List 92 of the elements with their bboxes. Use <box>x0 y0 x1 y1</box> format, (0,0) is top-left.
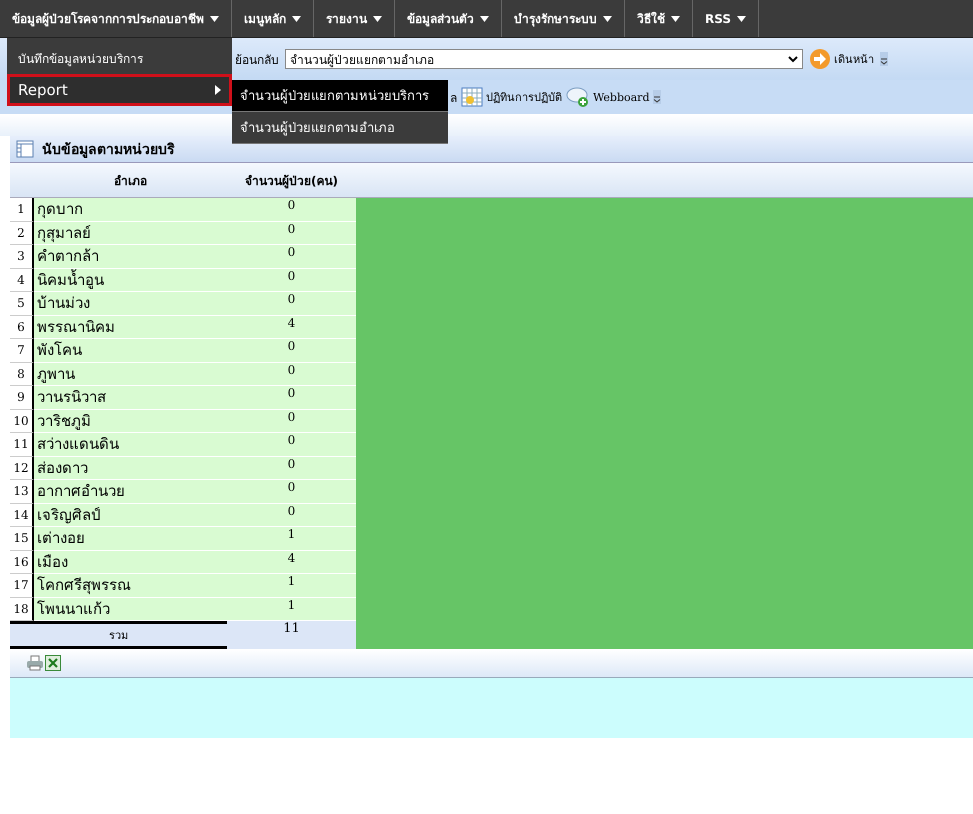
table-icon <box>16 140 34 158</box>
district-cell: โพนนาแก้ว <box>34 598 227 620</box>
caret-down-icon <box>671 16 680 22</box>
district-cell: อากาศอำนวย <box>34 480 227 502</box>
count-cell: 1 <box>227 598 356 620</box>
caret-down-icon <box>737 16 746 22</box>
count-cell: 0 <box>227 222 356 244</box>
district-cell: วาริชภูมิ <box>34 410 227 432</box>
district-cell: บ้านม่วง <box>34 292 227 314</box>
row-number: 4 <box>10 268 34 292</box>
arrow-circle-icon <box>809 48 831 70</box>
calendar-icon <box>461 87 483 107</box>
menu-item[interactable]: บำรุงรักษาระบบ <box>502 0 625 37</box>
count-cell: 0 <box>227 198 356 220</box>
back-label: ย้อนกลับ <box>235 52 279 68</box>
count-cell: 0 <box>227 362 356 385</box>
menu-item[interactable]: เมนูหลัก <box>232 0 314 37</box>
webboard-button[interactable]: Webboard <box>566 86 650 108</box>
district-cell: วานรนิวาส <box>34 386 227 408</box>
menu-item[interactable]: รายงาน <box>314 0 395 37</box>
count-cell: 0 <box>227 245 356 268</box>
district-cell: กุดบาก <box>34 198 227 220</box>
printer-icon[interactable] <box>26 655 44 671</box>
menu-item[interactable]: ข้อมูลส่วนตัว <box>395 0 502 37</box>
district-cell: กุสุมาลย์ <box>34 222 227 244</box>
row-number: 8 <box>10 362 34 386</box>
caret-down-icon <box>292 16 301 22</box>
row-number: 10 <box>10 410 34 433</box>
page-select[interactable]: จำนวนผู้ป่วยแยกตามอำเภอ <box>285 49 803 69</box>
count-cell: 0 <box>227 504 356 526</box>
chevron-down-icon <box>788 56 798 62</box>
count-cell: 0 <box>227 268 356 291</box>
district-cell: เจริญศิลป์ <box>34 504 227 526</box>
row-number: 3 <box>10 245 34 268</box>
toolbar-label: ล <box>450 90 457 106</box>
panel-title: นับข้อมูลตามหน่วยบริ <box>42 141 175 160</box>
menu-item[interactable]: RSS <box>693 0 759 37</box>
count-cell: 0 <box>227 456 356 479</box>
calendar-button[interactable]: ปฏิทินการปฏิบัติ <box>461 87 562 107</box>
count-cell: 4 <box>227 316 356 338</box>
more-icon[interactable] <box>880 52 888 66</box>
count-cell: 0 <box>227 410 356 432</box>
district-cell: พรรณานิคม <box>34 316 227 338</box>
district-cell: สว่างแดนดิน <box>34 433 227 456</box>
forward-button[interactable]: เดินหน้า <box>809 48 874 70</box>
spreadsheet-icon[interactable] <box>45 655 61 671</box>
district-cell: พังโคน <box>34 339 227 362</box>
menu-option[interactable]: Report <box>7 74 232 106</box>
row-number: 17 <box>10 574 34 598</box>
row-number: 5 <box>10 292 34 316</box>
district-cell: นิคมน้ำอูน <box>34 268 227 291</box>
count-cell: 1 <box>227 527 356 550</box>
row-number: 18 <box>10 598 34 621</box>
count-cell: 0 <box>227 386 356 408</box>
row-number: 16 <box>10 550 34 574</box>
header-cell <box>10 163 34 198</box>
column-header: จำนวนผู้ป่วย(คน) <box>227 163 356 198</box>
submenu-option[interactable]: จำนวนผู้ป่วยแยกตามหน่วยบริการ <box>232 80 448 112</box>
row-number: 1 <box>10 198 34 222</box>
column-header: อำเภอ <box>34 163 227 198</box>
district-cell: ภูพาน <box>34 362 227 385</box>
chat-bubble-icon <box>566 86 590 108</box>
caret-down-icon <box>373 16 382 22</box>
count-cell: 0 <box>227 480 356 502</box>
row-number: 2 <box>10 222 34 245</box>
row-number: 6 <box>10 316 34 339</box>
district-cell: เมือง <box>34 550 227 573</box>
count-cell: 1 <box>227 574 356 596</box>
row-number: 15 <box>10 527 34 550</box>
menu-item[interactable]: ข้อมูลผู้ป่วยโรคจากการประกอบอาชีพ <box>0 0 232 37</box>
total-label: รวม <box>10 621 227 649</box>
caret-down-icon <box>480 16 489 22</box>
menu-option[interactable]: บันทึกข้อมูลหน่วยบริการ <box>7 42 232 74</box>
district-cell: คำตากล้า <box>34 245 227 268</box>
row-number: 14 <box>10 504 34 527</box>
more-icon[interactable] <box>653 90 662 104</box>
caret-down-icon <box>603 16 612 22</box>
district-cell: ส่องดาว <box>34 456 227 479</box>
count-cell: 0 <box>227 433 356 456</box>
district-cell: โคกศรีสุพรรณ <box>34 574 227 596</box>
menu-item[interactable]: วิธีใช้ <box>625 0 693 37</box>
district-cell: เต่างอย <box>34 527 227 550</box>
count-cell: 0 <box>227 292 356 314</box>
row-number: 11 <box>10 433 34 456</box>
row-number: 9 <box>10 386 34 410</box>
count-cell: 0 <box>227 339 356 362</box>
row-number: 12 <box>10 456 34 480</box>
row-number: 7 <box>10 339 34 362</box>
row-number: 13 <box>10 480 34 504</box>
count-cell: 4 <box>227 550 356 573</box>
total-cell: 11 <box>227 621 356 649</box>
caret-down-icon <box>210 16 219 22</box>
